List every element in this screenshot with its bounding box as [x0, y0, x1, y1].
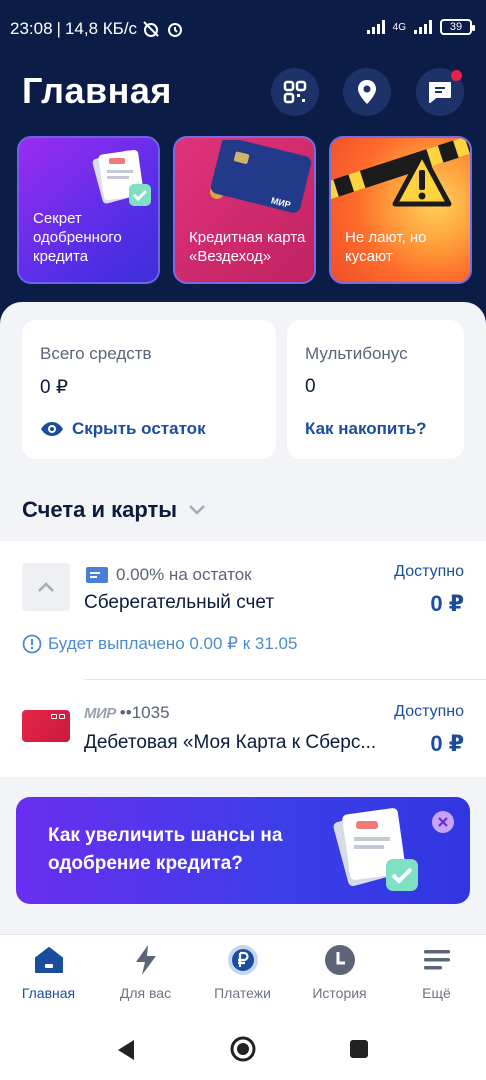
ruble-icon	[226, 943, 260, 977]
story-card[interactable]: Секрет одобренного кредита	[17, 136, 160, 284]
bottom-tab-bar: Главная Для вас Платежи История Ещё	[0, 934, 486, 1022]
network-type: 4G	[392, 21, 406, 33]
chevron-down-icon	[189, 505, 205, 515]
multibonus-value: 0	[305, 376, 316, 397]
card-info: МИР ••1035	[84, 703, 170, 723]
accounts-section-header[interactable]: Счета и карты	[22, 497, 207, 523]
promo-text: Как увеличить шансы на одобрение кредита…	[48, 825, 283, 874]
tab-label: История	[312, 985, 367, 1001]
story-text: Секрет одобренного кредита	[33, 210, 122, 265]
account-rate: 0.00% на остаток	[86, 565, 252, 585]
home-icon	[32, 943, 66, 977]
how-to-earn-link[interactable]: Как накопить?	[305, 419, 427, 439]
history-icon	[323, 943, 357, 977]
back-icon[interactable]	[116, 1038, 136, 1062]
hide-balance-label: Скрыть остаток	[72, 419, 206, 438]
available-label: Доступно	[394, 703, 464, 720]
page-title: Главная	[22, 70, 172, 111]
documents-check-icon	[333, 808, 418, 891]
close-icon	[438, 817, 448, 827]
status-bar: 23:08 | 14,8 КБ/с 4G 39	[0, 0, 486, 58]
status-speed: 14,8 КБ/с	[64, 19, 138, 38]
battery-icon: 39	[440, 19, 475, 35]
chat-button[interactable]	[416, 68, 464, 116]
home-nav-icon[interactable]	[230, 1036, 256, 1062]
collapse-button[interactable]	[22, 563, 70, 611]
tab-label: Главная	[21, 985, 76, 1001]
total-funds-card[interactable]: Всего средств 0 ₽ Скрыть остаток	[22, 320, 276, 459]
mir-logo: МИР	[84, 704, 116, 722]
available-label: Доступно	[394, 563, 464, 580]
promo-banner[interactable]: Как увеличить шансы на одобрение кредита…	[16, 797, 470, 904]
alarm-off-icon	[143, 21, 159, 37]
account-name[interactable]: Сберегательный счет	[84, 592, 334, 614]
qr-scan-button[interactable]	[271, 68, 319, 116]
tab-label: Для вас	[119, 985, 172, 1001]
recents-icon[interactable]	[349, 1039, 369, 1059]
battery-level: 39	[449, 21, 463, 33]
credit-card-icon: МИР	[210, 140, 312, 213]
payout-text: Будет выплачено 0.00 ₽ к 31.05	[48, 634, 298, 653]
debit-card-thumbnail	[22, 710, 70, 742]
multibonus-card[interactable]: Мультибонус 0 Как накопить?	[287, 320, 464, 459]
menu-icon	[420, 943, 454, 977]
savings-account-icon	[86, 567, 108, 583]
story-text: Не лают, но кусают	[345, 229, 427, 265]
account-amount: 0 ₽	[430, 591, 464, 616]
warning-sign-icon	[331, 138, 470, 207]
total-funds-label: Всего средств	[40, 344, 152, 363]
chat-icon	[429, 82, 451, 103]
multibonus-label: Мультибонус	[305, 344, 408, 363]
tab-for-you[interactable]: Для вас	[97, 935, 194, 1023]
qr-icon	[283, 80, 307, 104]
location-button[interactable]	[343, 68, 391, 116]
hide-balance-button[interactable]: Скрыть остаток	[40, 419, 206, 439]
notification-dot	[451, 70, 462, 81]
eye-icon	[41, 422, 63, 436]
close-promo-button[interactable]	[432, 811, 454, 833]
story-card[interactable]: Не лают, но кусают	[329, 136, 472, 284]
chevron-up-icon	[38, 582, 54, 592]
payout-note[interactable]: Будет выплачено 0.00 ₽ к 31.05	[22, 634, 297, 654]
tab-history[interactable]: История	[291, 935, 388, 1023]
status-time: 23:08	[10, 19, 53, 38]
tab-more[interactable]: Ещё	[388, 935, 485, 1023]
tab-label: Платежи	[214, 985, 271, 1001]
location-pin-icon	[358, 80, 376, 104]
tab-home[interactable]: Главная	[0, 935, 97, 1023]
documents-check-icon	[92, 149, 151, 206]
tab-label: Ещё	[422, 985, 451, 1001]
divider	[84, 679, 486, 680]
account-rate-text: 0.00% на остаток	[116, 565, 252, 584]
total-funds-value: 0 ₽	[40, 377, 68, 398]
lightning-icon	[129, 943, 163, 977]
system-navigation-bar	[0, 1022, 486, 1080]
story-card[interactable]: МИР Кредитная карта «Вездеход»	[173, 136, 316, 284]
account-amount: 0 ₽	[430, 731, 464, 756]
card-number-mask: ••1035	[119, 703, 170, 722]
signal-icon-2	[414, 20, 432, 34]
signal-icon	[366, 20, 385, 34]
accounts-section-title: Счета и карты	[22, 497, 178, 522]
account-name[interactable]: Дебетовая «Моя Карта к Сберс...	[84, 732, 414, 754]
alarm-icon	[168, 23, 183, 37]
tab-payments[interactable]: Платежи	[194, 935, 291, 1023]
story-text: Кредитная карта «Вездеход»	[189, 229, 306, 265]
stories-carousel[interactable]: Секрет одобренного кредита МИР Кредитная…	[17, 136, 472, 284]
info-icon	[22, 634, 42, 654]
